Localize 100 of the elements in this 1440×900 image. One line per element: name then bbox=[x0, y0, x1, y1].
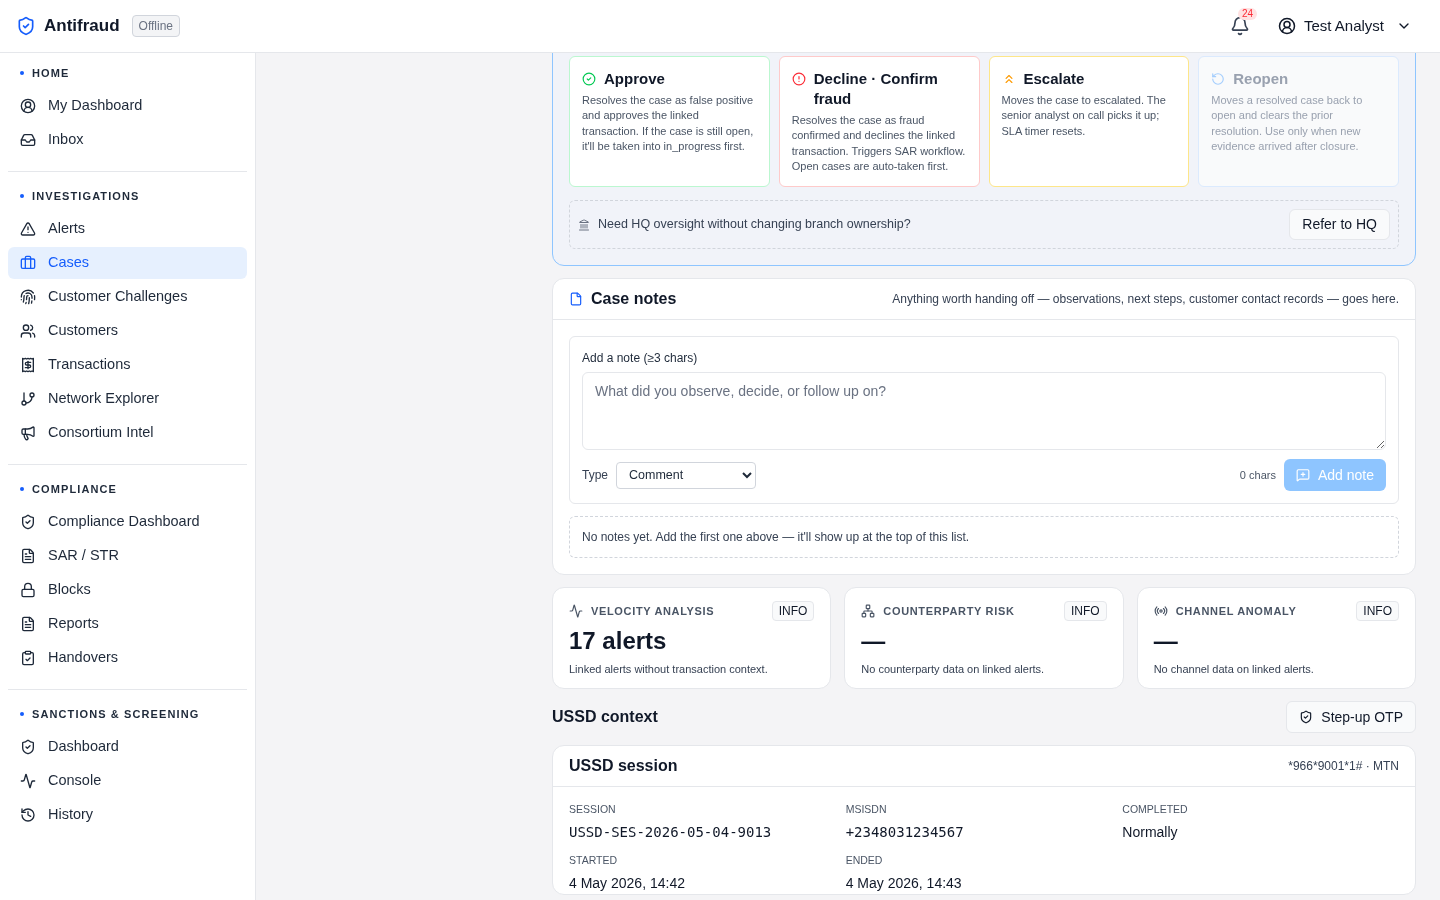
nav-item[interactable]: Blocks bbox=[8, 574, 247, 606]
card-subtitle: Anything worth handing off — observations, next steps, customer contact records — goes here. bbox=[892, 291, 1399, 309]
ussd-code: *966*9001*1# · MTN bbox=[1288, 758, 1399, 776]
field-value: +2348031234567 bbox=[845, 822, 965, 842]
building-icon bbox=[578, 218, 590, 231]
action-title: Escalate bbox=[1023, 69, 1085, 89]
action-description: Resolves the case as false positive and approves the linked transaction. If the case is still open, it'll be taken into in_progress first. bbox=[582, 93, 755, 154]
field-value: Normally bbox=[1122, 822, 1179, 842]
section-heading: HOME bbox=[32, 65, 70, 81]
nav-item[interactable]: Transactions bbox=[8, 349, 247, 381]
nav-item[interactable]: Customer Challenges bbox=[8, 281, 247, 313]
field-label: MSISDN bbox=[845, 802, 888, 818]
action-card[interactable]: Escalate Moves the case to escalated. The senior analyst on call picks it up; SLA timer resets. bbox=[988, 56, 1190, 188]
refer-prompt: Need HQ oversight without changing branch ownership? bbox=[598, 216, 911, 234]
section-heading: COMPLIANCE bbox=[32, 481, 117, 497]
field-label: COMPLETED bbox=[1122, 802, 1189, 818]
nav-item[interactable]: Reports bbox=[8, 608, 247, 640]
users-icon bbox=[20, 323, 36, 339]
action-description: Moves a resolved case back to open and clears the prior resolution. Use only when new evidence arrived after closure. bbox=[1211, 93, 1364, 154]
nav-item[interactable]: Network Explorer bbox=[8, 383, 247, 415]
warning-icon bbox=[20, 221, 36, 237]
field-label: STARTED bbox=[569, 852, 619, 868]
branch-icon bbox=[20, 391, 36, 407]
shield-logo-icon bbox=[16, 16, 36, 36]
comment-plus-icon bbox=[1295, 468, 1310, 483]
shield-icon bbox=[1299, 710, 1314, 725]
brand-name: Antifraud bbox=[44, 15, 120, 38]
history-icon bbox=[20, 807, 36, 823]
action-card[interactable]: Approve Resolves the case as false positive and approves the linked transaction. If the case is still open, it'll be taken into in_progress first. bbox=[569, 56, 770, 188]
card-title: Case notes bbox=[591, 289, 677, 310]
metric-value: — bbox=[861, 626, 887, 657]
shield-icon bbox=[20, 514, 36, 530]
user-icon bbox=[20, 98, 36, 114]
nav-item[interactable]: Alerts bbox=[8, 213, 247, 245]
action-description: Resolves the case as fraud confirmed and declines the linked transaction. Triggers SAR workflow. Open cases are auto-taken first. bbox=[791, 113, 967, 174]
field-label: ENDED bbox=[845, 852, 884, 868]
action-title: Reopen bbox=[1233, 69, 1289, 89]
section-heading: INVESTIGATIONS bbox=[32, 188, 140, 204]
empty-notes-text: No notes yet. Add the first one above — it'll show up at the top of this list. bbox=[582, 529, 970, 547]
network-icon bbox=[861, 604, 876, 619]
info-badge: INFO bbox=[1356, 601, 1399, 622]
info-badge: INFO bbox=[771, 601, 815, 622]
pulse-icon bbox=[20, 773, 36, 789]
nav-item[interactable]: Compliance Dashboard bbox=[8, 506, 247, 538]
megaphone-icon bbox=[20, 425, 36, 441]
metric-caption: No channel data on linked alerts. bbox=[1153, 662, 1315, 678]
card-title: USSD session bbox=[569, 756, 678, 777]
metric-value: 17 alerts bbox=[569, 626, 668, 657]
bullet-icon bbox=[20, 194, 24, 198]
document-icon bbox=[20, 548, 36, 564]
metric-title: VELOCITY ANALYSIS bbox=[591, 603, 715, 619]
nav-item[interactable]: Console bbox=[8, 765, 247, 797]
action-title: Decline · Confirm fraud bbox=[813, 69, 939, 109]
field-value: USSD-SES-2026-05-04-9013 bbox=[569, 822, 773, 842]
field-label: Add a note (≥3 chars) bbox=[582, 350, 699, 368]
bullet-icon bbox=[20, 71, 24, 75]
user-menu-button[interactable]: Test Analyst bbox=[1277, 14, 1412, 38]
refer-button[interactable]: Refer to HQ bbox=[1289, 209, 1390, 241]
nav-item[interactable]: My Dashboard bbox=[8, 90, 247, 122]
metric-title: CHANNEL ANOMALY bbox=[1175, 603, 1297, 619]
status-badge: Offline bbox=[131, 15, 180, 37]
action-card[interactable]: Decline · Confirm fraud Resolves the case as fraud confirmed and declines the linked transaction. Triggers SAR workflow. Open cases are auto-taken first. bbox=[778, 56, 980, 188]
nav-item[interactable]: Dashboard bbox=[8, 731, 247, 763]
document-icon bbox=[20, 616, 36, 632]
rotate-icon bbox=[1211, 72, 1226, 86]
nav-item[interactable]: Inbox bbox=[8, 124, 247, 156]
type-select[interactable]: Comment bbox=[616, 461, 756, 489]
metric-caption: No counterparty data on linked alerts. bbox=[861, 662, 1046, 678]
field-label: SESSION bbox=[569, 802, 617, 818]
nav-item[interactable]: SAR / STR bbox=[8, 540, 247, 572]
bullet-icon bbox=[20, 712, 24, 716]
nav-item[interactable]: Cases bbox=[8, 247, 247, 279]
user-avatar-icon bbox=[1277, 17, 1296, 35]
nav-item[interactable]: Handovers bbox=[8, 642, 247, 674]
type-label: Type bbox=[582, 467, 608, 485]
file-icon bbox=[569, 292, 583, 307]
metric-value: — bbox=[1153, 626, 1179, 657]
pulse-icon bbox=[569, 604, 583, 619]
action-description: Moves the case to escalated. The senior analyst on call picks it up; SLA timer resets. bbox=[1001, 93, 1167, 139]
briefcase-icon bbox=[20, 255, 36, 271]
notification-count: 24 bbox=[1237, 8, 1258, 20]
note-input[interactable]: What did you observe, decide, or follow up on? bbox=[582, 372, 1386, 451]
nav-item[interactable]: Consortium Intel bbox=[8, 417, 247, 449]
alert-circle-icon bbox=[791, 72, 806, 86]
section-heading: SANCTIONS & SCREENING bbox=[32, 706, 200, 722]
check-circle-icon bbox=[582, 72, 596, 86]
field-value: 4 May 2026, 14:42 bbox=[569, 873, 686, 893]
field-value: 4 May 2026, 14:43 bbox=[845, 873, 963, 893]
step-up-otp-button[interactable]: Step-up OTP bbox=[1286, 701, 1416, 734]
metric-title: COUNTERPARTY RISK bbox=[883, 603, 1015, 619]
bullet-icon bbox=[20, 487, 24, 491]
bell-icon bbox=[1229, 16, 1250, 36]
inbox-icon bbox=[20, 132, 36, 148]
nav-item[interactable]: History bbox=[8, 799, 247, 831]
lock-icon bbox=[20, 582, 36, 598]
receipt-icon bbox=[20, 357, 36, 373]
clipboard-icon bbox=[20, 650, 36, 666]
nav-item[interactable]: Customers bbox=[8, 315, 247, 347]
action-title: Approve bbox=[604, 69, 665, 89]
metric-caption: Linked alerts without transaction context. bbox=[569, 662, 769, 678]
